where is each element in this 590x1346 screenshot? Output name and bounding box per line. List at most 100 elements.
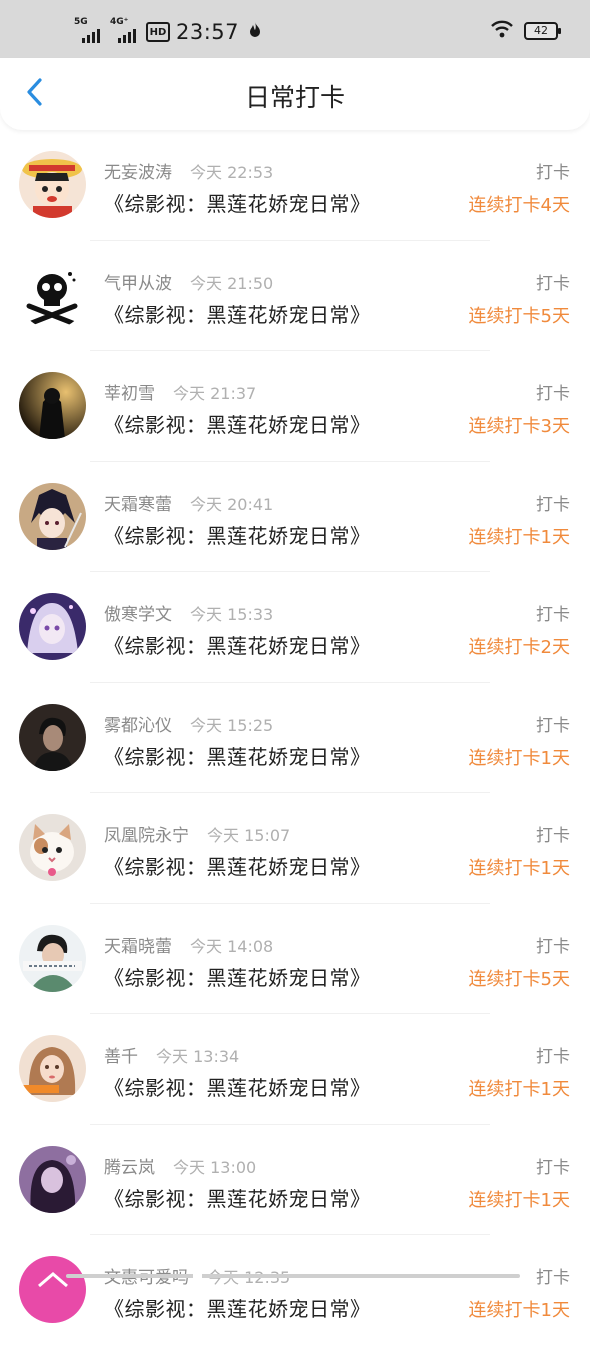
user-name-text: 气甲从波: [104, 273, 172, 294]
avatar[interactable]: [19, 703, 86, 771]
checkin-row[interactable]: 天霜晓蕾 今天 14:08 《综影视：黑莲花娇宠日常》 打卡 连续打卡5天: [0, 904, 590, 1014]
checkin-time: 今天 15:07: [207, 826, 291, 845]
user-name: 无妄波涛 今天 22:53: [104, 158, 273, 183]
streak-label: 连续打卡5天: [468, 305, 570, 327]
checkin-time: 今天 15:33: [190, 605, 274, 624]
streak-label: 连续打卡1天: [468, 1079, 570, 1100]
user-name-text: 善千: [104, 1047, 138, 1067]
checkin-label: 打卡: [536, 494, 570, 515]
checkin-row[interactable]: 无妄波涛 今天 22:53 《综影视：黑莲花娇宠日常》 打卡 连续打卡4天: [0, 130, 590, 241]
hd-badge: HD: [146, 22, 170, 42]
checkin-time: 今天 13:00: [173, 1157, 257, 1177]
book-title: 《综影视：黑莲花娇宠日常》: [104, 634, 371, 658]
checkin-label: 打卡: [536, 163, 570, 183]
book-title: 《综影视：黑莲花娇宠日常》: [104, 523, 371, 548]
flame-icon: [247, 21, 263, 43]
avatar[interactable]: [19, 593, 86, 660]
streak-label: 连续打卡4天: [468, 195, 570, 216]
checkin-row[interactable]: 凤凰院永宁 今天 15:07 《综影视：黑莲花娇宠日常》 打卡 连续打卡1天: [0, 793, 590, 904]
avatar[interactable]: [19, 482, 86, 550]
scroll-indicator: [66, 1274, 520, 1278]
user-name-text: 无妄波涛: [104, 163, 172, 183]
checkin-time: 今天 21:50: [190, 273, 274, 293]
battery-icon: 42: [524, 22, 561, 40]
streak-label: 连续打卡5天: [468, 968, 570, 990]
signal-5g-label: 5G: [74, 17, 88, 27]
user-name: 天霜寒蕾 今天 20:41: [104, 490, 273, 515]
avatar[interactable]: [19, 1145, 86, 1213]
checkin-row[interactable]: 雾都沁仪 今天 15:25 《综影视：黑莲花娇宠日常》 打卡 连续打卡1天: [0, 683, 590, 793]
checkin-label: 打卡: [536, 1268, 570, 1288]
streak-label: 连续打卡3天: [468, 416, 570, 437]
status-time: 23:57: [176, 20, 240, 44]
book-title: 《综影视：黑莲花娇宠日常》: [104, 1076, 371, 1100]
avatar[interactable]: [19, 814, 86, 881]
user-name-text: 天霜寒蕾: [104, 494, 172, 515]
streak-label: 连续打卡1天: [468, 1189, 570, 1211]
user-name: 善千 今天 13:34: [104, 1042, 239, 1067]
user-name-text: 文惠可爱吗: [104, 1268, 189, 1288]
user-name-text: 莘初雪: [104, 384, 155, 404]
page-title: 日常打卡: [244, 83, 345, 112]
checkin-row[interactable]: 天霜寒蕾 今天 20:41 《综影视：黑莲花娇宠日常》 打卡 连续打卡1天: [0, 462, 590, 572]
user-name: 傲寒学文 今天 15:33: [104, 600, 273, 625]
streak-label: 连续打卡1天: [468, 858, 570, 879]
book-title: 《综影视：黑莲花娇宠日常》: [104, 413, 371, 437]
book-title: 《综影视：黑莲花娇宠日常》: [104, 855, 371, 879]
avatar[interactable]: [19, 1256, 86, 1323]
checkin-time: 今天 14:08: [190, 936, 274, 956]
checkin-label: 打卡: [536, 715, 570, 736]
user-name: 雾都沁仪 今天 15:25: [104, 711, 273, 736]
avatar[interactable]: [19, 261, 86, 329]
user-name-text: 天霜晓蕾: [104, 936, 172, 957]
user-name-text: 凤凰院永宁: [104, 826, 189, 846]
checkin-row[interactable]: 莘初雪 今天 21:37 《综影视：黑莲花娇宠日常》 打卡 连续打卡3天: [0, 351, 590, 462]
signal-4g-label: 4G⁺: [110, 17, 129, 27]
status-bar: 5G 4G⁺ HD 23:57 42: [0, 0, 590, 58]
signal-5g-icon: 5G: [74, 17, 100, 43]
checkin-row[interactable]: 文惠可爱吗今天 12:35 《综影视：黑莲花娇宠日常》 打卡 连续打卡1天: [0, 1235, 590, 1346]
checkin-time: 今天 22:53: [190, 163, 274, 182]
checkin-time: 今天 15:25: [190, 715, 274, 735]
checkin-label: 打卡: [536, 936, 570, 957]
book-title: 《综影视：黑莲花娇宠日常》: [104, 302, 371, 327]
user-name: 天霜晓蕾 今天 14:08: [104, 932, 273, 957]
avatar[interactable]: [19, 151, 86, 218]
streak-label: 连续打卡1天: [468, 1300, 570, 1321]
nav-bar: 日常打卡: [0, 58, 590, 130]
avatar[interactable]: [19, 1035, 86, 1102]
avatar[interactable]: [19, 924, 86, 992]
checkin-label: 打卡: [536, 273, 570, 294]
book-title: 《综影视：黑莲花娇宠日常》: [104, 744, 371, 769]
checkin-label: 打卡: [536, 1047, 570, 1067]
checkin-time: 今天 21:37: [173, 384, 257, 403]
checkin-label: 打卡: [536, 1157, 570, 1178]
user-name: 腾云岚 今天 13:00: [104, 1153, 256, 1178]
streak-label: 连续打卡1天: [468, 747, 570, 769]
user-name-text: 雾都沁仪: [104, 715, 172, 736]
wifi-icon: [490, 20, 514, 42]
user-name: 莘初雪 今天 21:37: [104, 379, 256, 404]
streak-label: 连续打卡2天: [468, 637, 570, 658]
checkin-list: 无妄波涛 今天 22:53 《综影视：黑莲花娇宠日常》 打卡 连续打卡4天 气甲从…: [0, 130, 590, 1346]
checkin-time: 今天 13:34: [156, 1047, 240, 1066]
avatar[interactable]: [19, 372, 86, 439]
user-name: 凤凰院永宁 今天 15:07: [104, 821, 290, 846]
book-title: 《综影视：黑莲花娇宠日常》: [104, 965, 371, 990]
checkin-row[interactable]: 腾云岚 今天 13:00 《综影视：黑莲花娇宠日常》 打卡 连续打卡1天: [0, 1125, 590, 1235]
signal-4g-icon: 4G⁺: [110, 17, 136, 43]
checkin-label: 打卡: [536, 605, 570, 625]
checkin-label: 打卡: [536, 384, 570, 404]
checkin-row[interactable]: 傲寒学文 今天 15:33 《综影视：黑莲花娇宠日常》 打卡 连续打卡2天: [0, 572, 590, 683]
book-title: 《综影视：黑莲花娇宠日常》: [104, 1297, 371, 1321]
streak-label: 连续打卡1天: [468, 526, 570, 548]
book-title: 《综影视：黑莲花娇宠日常》: [104, 1186, 371, 1211]
book-title: 《综影视：黑莲花娇宠日常》: [104, 192, 371, 216]
user-name: 气甲从波 今天 21:50: [104, 269, 273, 294]
checkin-row[interactable]: 善千 今天 13:34 《综影视：黑莲花娇宠日常》 打卡 连续打卡1天: [0, 1014, 590, 1125]
user-name-text: 傲寒学文: [104, 605, 172, 625]
checkin-row[interactable]: 气甲从波 今天 21:50 《综影视：黑莲花娇宠日常》 打卡 连续打卡5天: [0, 241, 590, 351]
user-name-text: 腾云岚: [104, 1157, 155, 1178]
checkin-time: 今天 20:41: [190, 494, 274, 514]
checkin-label: 打卡: [536, 826, 570, 846]
